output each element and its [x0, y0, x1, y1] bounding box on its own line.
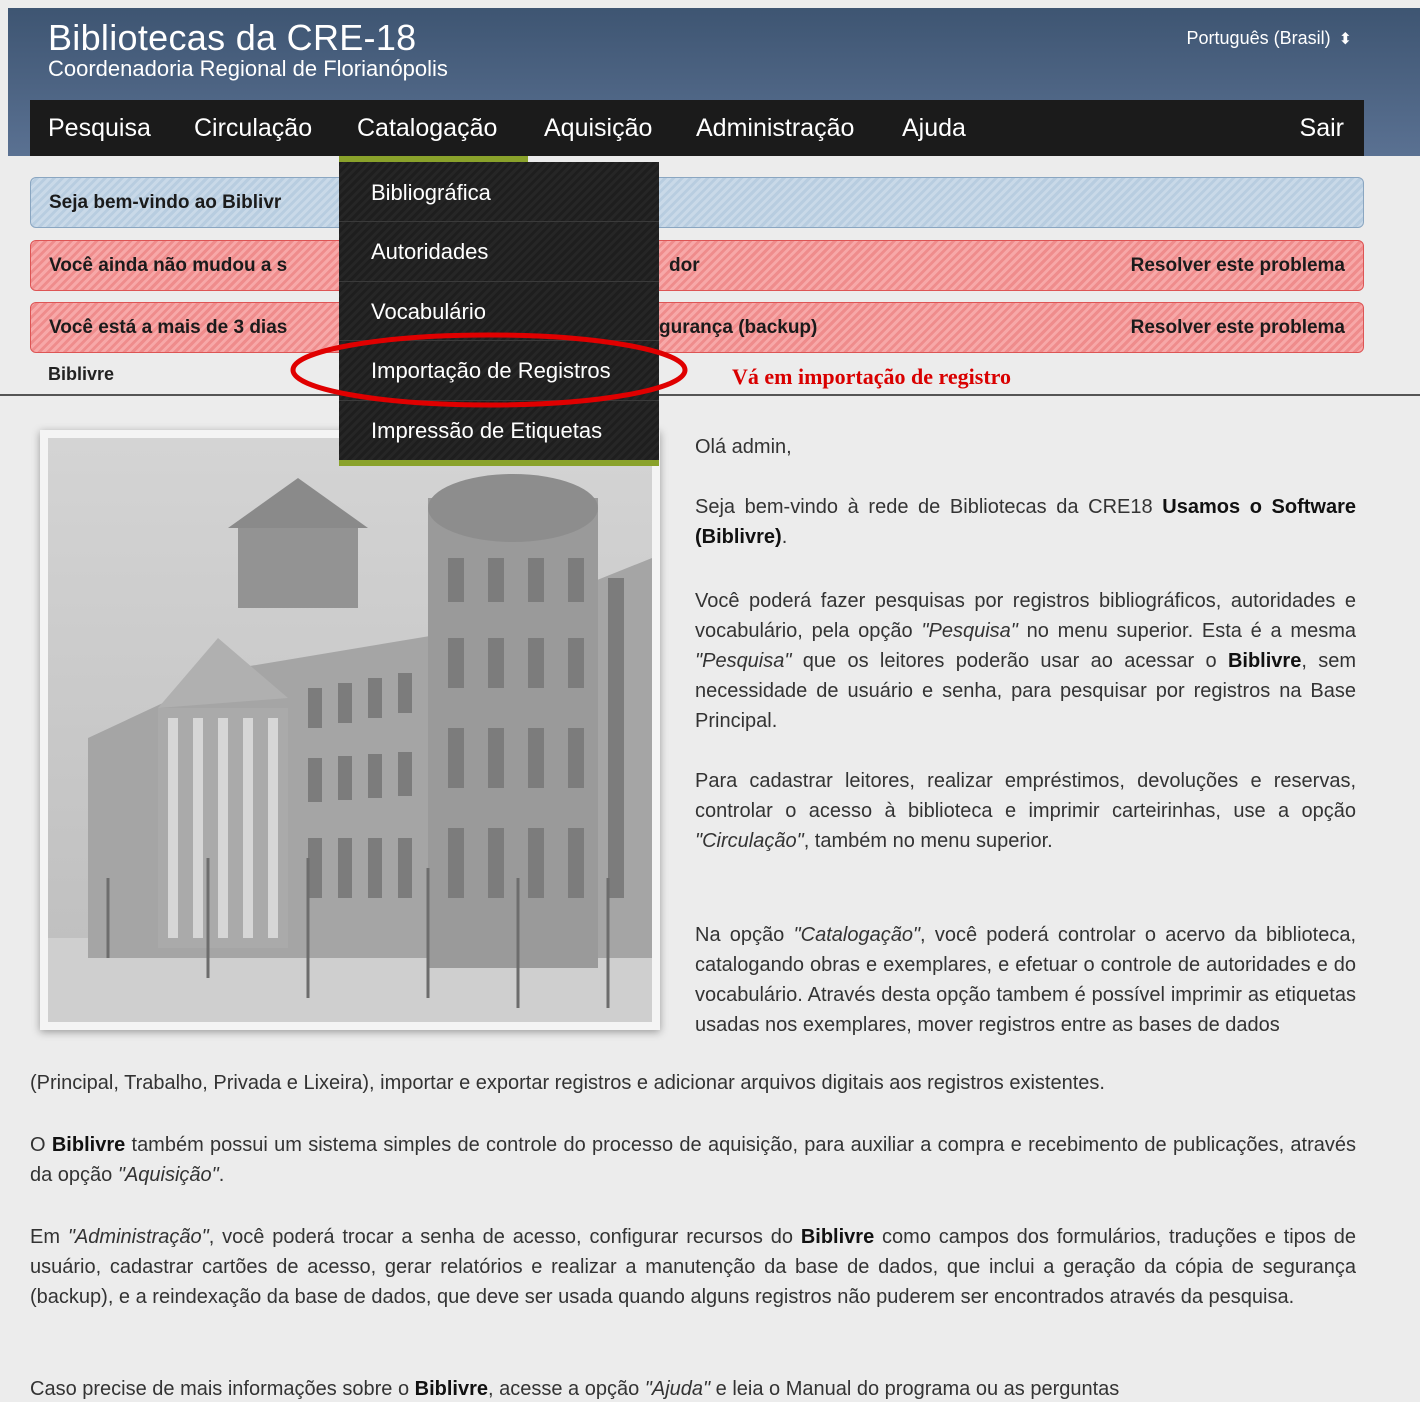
- password-alert: Você ainda não mudou a s dor Resolver es…: [30, 240, 1364, 291]
- p7-italic-ajuda: "Ajuda": [644, 1378, 711, 1400]
- site-title: Bibliotecas da CRE-18: [48, 17, 417, 58]
- welcome-paragraph-1: Seja bem-vindo à rede de Bibliotecas da …: [695, 492, 1356, 552]
- p2-italic-pesquisa-2: "Pesquisa": [695, 650, 792, 672]
- p5-text-c: também possui um sistema simples de cont…: [30, 1134, 1357, 1186]
- p7-text-e: e leia o Manual do programa ou as pergun…: [710, 1378, 1120, 1400]
- password-alert-text: Você ainda não mudou a s: [49, 255, 288, 276]
- welcome-alert: Seja bem-vindo ao Biblivr: [30, 177, 1364, 228]
- dropdown-item-impressao-etiquetas[interactable]: Impressão de Etiquetas: [371, 418, 602, 444]
- dropdown-accent-bar: [339, 460, 659, 466]
- menu-item-aquisicao[interactable]: Aquisição: [544, 100, 652, 156]
- p5-bold-biblivre: Biblivre: [51, 1134, 126, 1156]
- backup-alert-text: Você está a mais de 3 dias: [49, 317, 288, 338]
- language-select[interactable]: Português (Brasil) ⬍: [1187, 28, 1352, 49]
- welcome-paragraph-6: Em "Administração", você poderá trocar a…: [30, 1222, 1356, 1312]
- menu-item-administracao[interactable]: Administração: [696, 100, 854, 156]
- dropdown-separator: [339, 221, 659, 222]
- p6-text-a: Em: [30, 1226, 68, 1248]
- dropdown-separator: [339, 281, 659, 282]
- p6-text-c: , você poderá trocar a senha de acesso, …: [208, 1226, 801, 1248]
- resolve-password-button[interactable]: Resolver este problema: [1131, 241, 1345, 290]
- welcome-paragraph-3: Para cadastrar leitores, realizar emprés…: [695, 766, 1356, 856]
- p1-end: .: [781, 526, 788, 548]
- p3-italic-circulacao: "Circulação": [695, 830, 804, 852]
- p7-bold-biblivre: Biblivre: [414, 1378, 488, 1400]
- greeting: Olá admin,: [695, 436, 792, 458]
- menu-item-circulacao[interactable]: Circulação: [194, 100, 312, 156]
- menu-item-pesquisa[interactable]: Pesquisa: [48, 100, 151, 156]
- welcome-paragraph-5: O Biblivre também possui um sistema simp…: [30, 1130, 1356, 1190]
- welcome-paragraph-4-cont: (Principal, Trabalho, Privada e Lixeira)…: [30, 1072, 1105, 1094]
- p6-bold-biblivre: Biblivre: [800, 1226, 875, 1248]
- library-photo-frame: [40, 430, 660, 1030]
- p1-text: Seja bem-vindo à rede de Bibliotecas da …: [695, 496, 1163, 518]
- p4-italic-catalogacao: "Catalogação": [793, 924, 921, 946]
- p5-text-e: .: [218, 1164, 225, 1186]
- p7-text-c: , acesse a opção: [487, 1378, 645, 1400]
- menu-item-ajuda[interactable]: Ajuda: [902, 100, 966, 156]
- highlight-ellipse: [290, 332, 688, 408]
- language-label: Português (Brasil): [1186, 28, 1331, 48]
- divider: [0, 394, 1420, 396]
- dropdown-item-bibliografica[interactable]: Bibliográfica: [371, 180, 491, 206]
- breadcrumb[interactable]: Biblivre: [48, 364, 114, 385]
- menu-item-catalogacao[interactable]: Catalogação: [357, 100, 497, 156]
- app-header: Bibliotecas da CRE-18 Coordenadoria Regi…: [8, 8, 1420, 156]
- annotation-note: Vá em importação de registro: [732, 364, 1012, 389]
- resolve-backup-button[interactable]: Resolver este problema: [1131, 303, 1345, 352]
- welcome-alert-text: Seja bem-vindo ao Biblivr: [49, 192, 282, 213]
- backup-alert: Você está a mais de 3 dias gurança (back…: [30, 302, 1364, 353]
- welcome-paragraph-2: Você poderá fazer pesquisas por registro…: [695, 586, 1356, 736]
- welcome-paragraph-4: Na opção "Catalogação", você poderá cont…: [695, 920, 1356, 1040]
- main-menu: Pesquisa Circulação Catalogação Aquisiçã…: [30, 100, 1364, 156]
- p2-text-c: no menu superior. Esta é a mesma: [1017, 620, 1356, 642]
- welcome-paragraph-7: Caso precise de mais informações sobre o…: [30, 1374, 1356, 1402]
- library-building-image: [48, 438, 652, 1022]
- p5-text-a: O: [30, 1134, 52, 1156]
- p2-italic-pesquisa: "Pesquisa": [921, 620, 1018, 642]
- p3-text-c: , também no menu superior.: [803, 830, 1053, 852]
- p2-bold-biblivre: Biblivre: [1227, 650, 1302, 672]
- p7-text-a: Caso precise de mais informações sobre o: [30, 1378, 415, 1400]
- sort-arrows-icon: ⬍: [1338, 30, 1352, 48]
- dropdown-item-autoridades[interactable]: Autoridades: [371, 239, 488, 265]
- password-alert-text-end: dor: [669, 255, 700, 276]
- dropdown-item-vocabulario[interactable]: Vocabulário: [371, 299, 486, 325]
- p3-text-a: Para cadastrar leitores, realizar emprés…: [695, 770, 1356, 822]
- site-subtitle: Coordenadoria Regional de Florianópolis: [48, 56, 448, 81]
- p6-italic-administracao: "Administração": [67, 1226, 209, 1248]
- p4-text-a: Na opção: [695, 924, 794, 946]
- p5-italic-aquisicao: "Aquisição": [117, 1164, 219, 1186]
- catalogacao-dropdown: Bibliográfica Autoridades Vocabulário Im…: [339, 162, 659, 466]
- p2-text-e: que os leitores poderão usar ao acessar …: [791, 650, 1228, 672]
- brand: Bibliotecas da CRE-18 Coordenadoria Regi…: [48, 20, 448, 82]
- logout-link[interactable]: Sair: [1300, 100, 1344, 156]
